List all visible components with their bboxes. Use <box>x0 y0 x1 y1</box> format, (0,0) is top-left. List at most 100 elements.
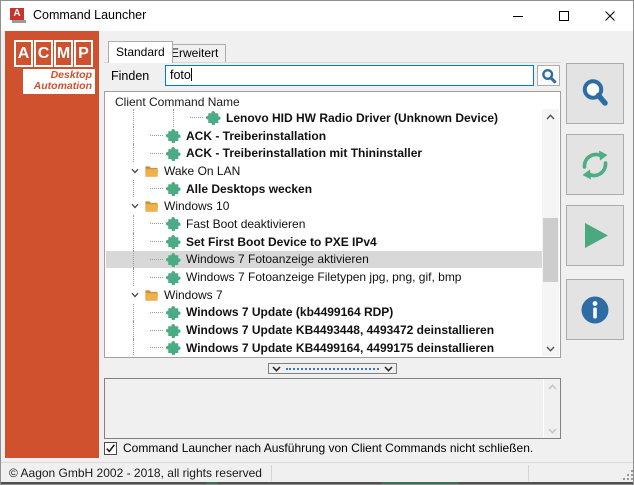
maximize-button[interactable] <box>541 1 587 30</box>
close-button[interactable] <box>587 1 633 30</box>
scroll-down-icon[interactable] <box>544 423 560 438</box>
acmp-sidebar: A C M P Desktop Automation <box>5 31 99 458</box>
tree-connector <box>150 323 163 331</box>
tree-item-label: Fast Boot deaktivieren <box>186 216 306 231</box>
puzzle-icon <box>166 252 181 267</box>
minimize-button[interactable] <box>495 1 541 30</box>
play-icon <box>585 222 608 248</box>
tree-guide-line <box>133 144 134 163</box>
tree-connector <box>150 181 163 190</box>
tree-guide-line <box>133 321 134 339</box>
tree-item-label: Windows 7 Update KB4499164, 4499175 dein… <box>186 340 495 355</box>
magnifier-icon <box>582 78 608 106</box>
puzzle-icon <box>166 340 181 356</box>
tree-command-row[interactable]: Windows 7 Update KB4499164, 4499175 dein… <box>106 338 542 356</box>
tree-command-row[interactable]: Fast Boot deaktivieren <box>106 215 542 233</box>
tree-item-label: Windows 7 Update (kb4499164 RDP) <box>186 305 394 320</box>
chevron-down-icon[interactable] <box>130 201 141 211</box>
tree-connector <box>150 270 163 278</box>
scroll-up-icon[interactable] <box>544 379 560 394</box>
run-action-button[interactable] <box>566 205 624 266</box>
checkmark-icon <box>106 443 115 453</box>
command-launcher-window: A Command Launcher A C M P Desktop Autom… <box>0 0 634 485</box>
info-icon <box>581 296 609 323</box>
tree-command-row[interactable]: ACK - Treiberinstallation <box>106 126 542 145</box>
client-command-tree: Client Command Name Lenovo HID HW Radio … <box>104 91 561 358</box>
tree-item-label: Lenovo HID HW Radio Driver (Unknown Devi… <box>226 110 499 125</box>
app-icon: A <box>10 8 26 24</box>
keep-open-checkbox[interactable] <box>104 441 117 455</box>
tree-command-row[interactable]: ACK - Treiberinstallation mit Thininstal… <box>106 144 542 163</box>
tree-connector <box>150 234 163 243</box>
tree-command-row[interactable]: Set First Boot Device to PXE IPv4 <box>106 232 542 251</box>
tree-connector <box>150 216 163 225</box>
tree-folder-row[interactable]: Wake On LAN <box>106 162 542 180</box>
tree-folder-row[interactable]: Windows 7 <box>106 286 542 304</box>
splitter-dotted-line <box>286 367 379 370</box>
scroll-up-icon[interactable] <box>542 109 559 124</box>
keep-open-option[interactable]: Command Launcher nach Ausführung von Cli… <box>104 441 533 455</box>
statusbar: © Aagon GmbH 2002 - 2018, all rights res… <box>1 462 633 482</box>
logo-letter: A <box>14 40 33 67</box>
tree-command-row[interactable]: Alle Desktops wecken <box>106 179 542 198</box>
tree-guide-line <box>133 338 134 356</box>
puzzle-icon <box>206 110 221 126</box>
resize-grip[interactable] <box>623 470 633 480</box>
description-panel <box>104 378 561 439</box>
tree-guide-line <box>133 109 134 127</box>
puzzle-icon <box>166 181 181 197</box>
puzzle-icon <box>166 305 181 320</box>
magnifier-icon <box>541 68 556 83</box>
folder-icon <box>144 199 159 214</box>
window-title: Command Launcher <box>33 8 147 22</box>
search-action-button[interactable] <box>566 63 624 124</box>
tree-item-label: ACK - Treiberinstallation mit Thininstal… <box>186 146 423 161</box>
tree-item-label: Windows 10 <box>164 199 230 214</box>
acmp-logo: A C M P <box>14 40 99 67</box>
refresh-action-button[interactable] <box>566 134 624 195</box>
tree-guide-line <box>133 232 134 251</box>
chevron-down-icon[interactable] <box>130 290 141 300</box>
tree-command-row[interactable]: Windows 7 Update (kb4499164 RDP) <box>106 303 542 322</box>
find-label: Finden <box>111 69 150 83</box>
tree-connector <box>150 340 163 349</box>
tree-rows: Lenovo HID HW Radio Driver (Unknown Devi… <box>106 109 542 356</box>
collapse-splitter-button[interactable] <box>268 363 397 374</box>
refresh-icon <box>582 150 608 179</box>
scrollbar-thumb[interactable] <box>543 217 558 282</box>
search-input[interactable]: foto <box>165 65 534 86</box>
search-field-button[interactable] <box>537 65 560 86</box>
tree-scrollbar[interactable] <box>542 109 559 356</box>
tree-item-label: Windows 7 Update KB4493448, 4493472 dein… <box>186 323 495 338</box>
statusbar-divider <box>528 465 529 481</box>
chevron-down-icon <box>384 365 393 372</box>
tree-item-label: ACK - Treiberinstallation <box>186 128 327 143</box>
chevron-down-icon <box>272 365 281 372</box>
tree-command-row[interactable]: Windows 7 Fotoanzeige aktivieren <box>106 250 542 269</box>
tree-item-label: Set First Boot Device to PXE IPv4 <box>186 234 377 249</box>
logo-letter: C <box>34 40 53 67</box>
scroll-down-icon[interactable] <box>542 341 559 356</box>
statusbar-divider <box>271 465 272 481</box>
tab-standard[interactable]: Standard <box>108 41 173 63</box>
puzzle-icon <box>166 216 181 232</box>
chevron-down-icon[interactable] <box>130 166 141 176</box>
info-action-button[interactable] <box>566 279 624 340</box>
description-scrollbar[interactable] <box>543 379 560 438</box>
tree-guide-line <box>173 109 174 127</box>
logo-letter: M <box>54 40 73 67</box>
maximize-icon <box>559 10 569 21</box>
titlebar: A Command Launcher <box>1 1 633 31</box>
tree-guide-line <box>133 179 134 198</box>
puzzle-icon <box>166 323 181 338</box>
tree-command-row[interactable]: Lenovo HID HW Radio Driver (Unknown Devi… <box>106 109 542 127</box>
tree-command-row[interactable]: Windows 7 Update KB4493448, 4493472 dein… <box>106 321 542 339</box>
tree-item-label: Alle Desktops wecken <box>186 181 313 196</box>
tree-command-row[interactable]: Windows 7 Fotoanzeige Filetypen jpg, png… <box>106 268 542 286</box>
minimize-icon <box>513 15 523 17</box>
tree-guide-line <box>133 250 134 269</box>
tree-connector <box>150 305 163 313</box>
tree-item-label: Windows 7 Fotoanzeige aktivieren <box>186 252 369 267</box>
puzzle-icon <box>166 270 181 285</box>
tree-folder-row[interactable]: Windows 10 <box>106 197 542 215</box>
